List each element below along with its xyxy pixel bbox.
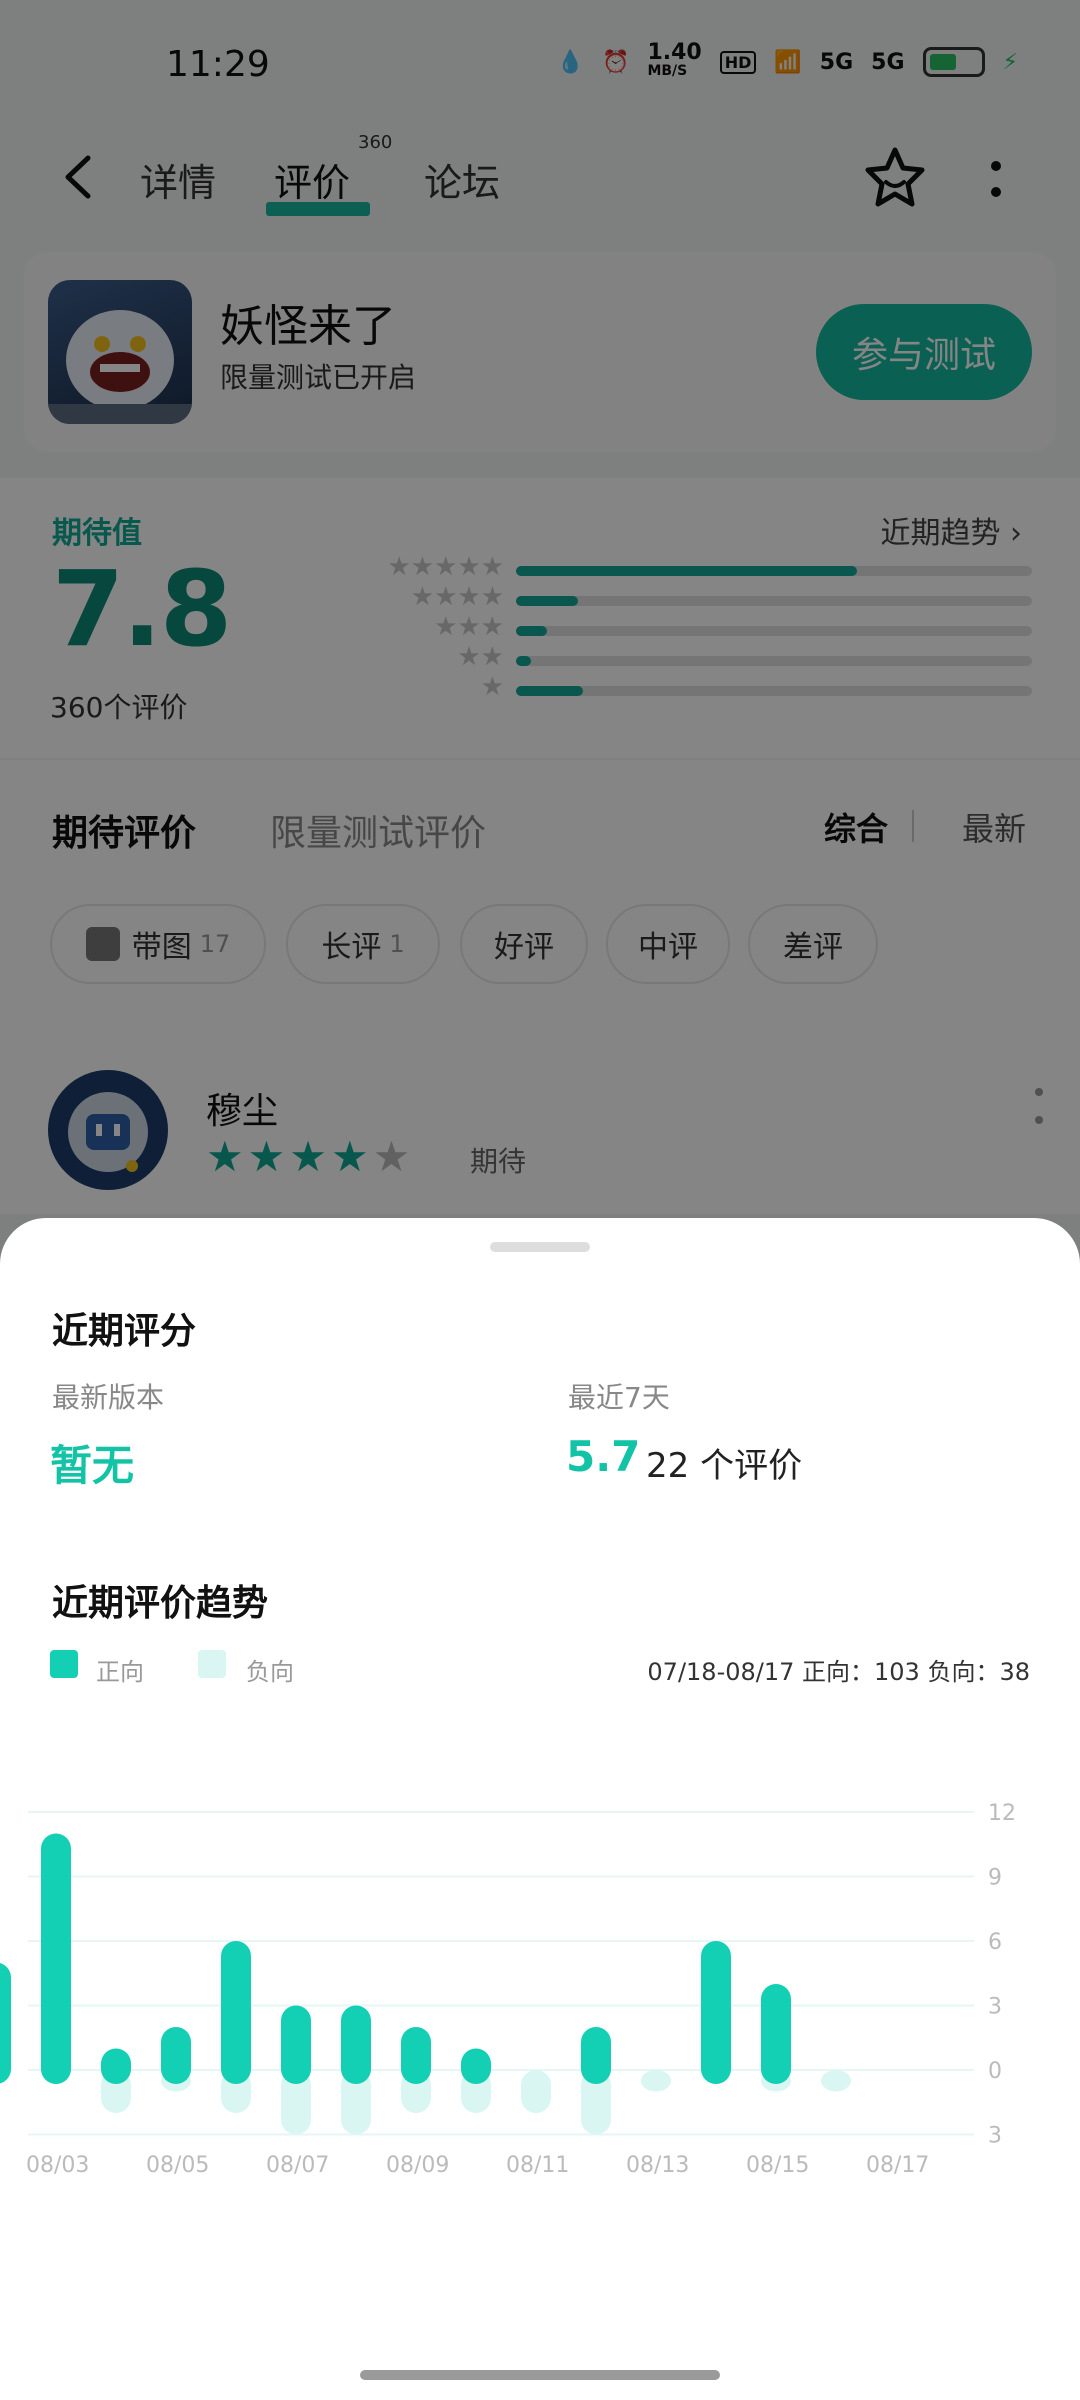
bar-positive-base [761, 2068, 791, 2070]
latest-version-label: 最新版本 [52, 1381, 165, 1414]
x-tick-label: 08/15 [746, 2153, 809, 2178]
home-indicator[interactable] [360, 2370, 720, 2380]
x-tick-label: 08/07 [266, 2153, 329, 2178]
x-tick-label: 08/17 [866, 2153, 929, 2178]
last7days-label: 最近7天 [568, 1381, 670, 1414]
last7days-score: 5.7 [566, 1432, 641, 1481]
bar-positive [581, 2027, 611, 2084]
y-tick-label: 3 [988, 1995, 1002, 2020]
bar-positive [401, 2027, 431, 2084]
trend-chart: 12 9 6 3 0 3 08/03 08/05 08/07 08/09 08/11 08/13 08/… [0, 1801, 1016, 2178]
bar-positive-base [581, 2068, 611, 2070]
y-tick-label: 3 [988, 2124, 1002, 2149]
trend-bottom-sheet: 近期评分 最新版本 暂无 最近7天 5.7 22 个评价 近期评价趋势 正向 负… [0, 1218, 1080, 2400]
x-tick-label: 08/09 [386, 2153, 449, 2178]
bar-positive [341, 2005, 371, 2084]
x-tick-label: 08/13 [626, 2153, 689, 2178]
bar-negative [641, 2070, 671, 2092]
bar-positive-base [221, 2068, 251, 2070]
bar-positive [221, 1941, 251, 2084]
trend-title: 近期评价趋势 [52, 1583, 269, 1624]
bar-positive-base [41, 2068, 71, 2070]
sheet-grabber[interactable] [490, 1242, 590, 1252]
bar-positive-base [701, 2068, 731, 2070]
bar-positive-base [101, 2068, 131, 2070]
bar-positive-base [281, 2068, 311, 2070]
trend-summary: 07/18-08/17 正向：103 负向：38 [647, 1658, 1030, 1686]
bar-negative [521, 2070, 551, 2113]
legend-negative-label: 负向 [246, 1658, 294, 1686]
y-tick-label: 9 [988, 1866, 1002, 1891]
y-tick-label: 0 [988, 2059, 1002, 2084]
x-tick-label: 08/05 [146, 2153, 209, 2178]
bar-positive [161, 2027, 191, 2084]
x-tick-label: 08/03 [26, 2153, 89, 2178]
bar-positive-base [401, 2068, 431, 2070]
last7days-count: 22 个评价 [646, 1446, 803, 1486]
bar-positive [281, 2005, 311, 2084]
bar-positive [0, 1963, 11, 2084]
latest-version-value: 暂无 [50, 1441, 135, 1490]
bar-positive [41, 1833, 71, 2084]
bar-positive-base [461, 2068, 491, 2070]
legend-negative-swatch [198, 1650, 226, 1678]
bar-positive-base [161, 2068, 191, 2070]
x-tick-label: 08/11 [506, 2153, 569, 2178]
bar-positive [101, 2048, 131, 2084]
y-tick-label: 12 [988, 1801, 1016, 1826]
legend-positive-swatch [50, 1650, 78, 1678]
bar-positive-base [341, 2068, 371, 2070]
y-tick-label: 6 [988, 1930, 1002, 1955]
bar-positive [461, 2048, 491, 2084]
legend-positive-label: 正向 [96, 1658, 144, 1686]
recent-score-title: 近期评分 [52, 1311, 197, 1352]
bar-positive [701, 1941, 731, 2084]
bar-positive-base [0, 2068, 11, 2070]
bar-negative [821, 2070, 851, 2092]
